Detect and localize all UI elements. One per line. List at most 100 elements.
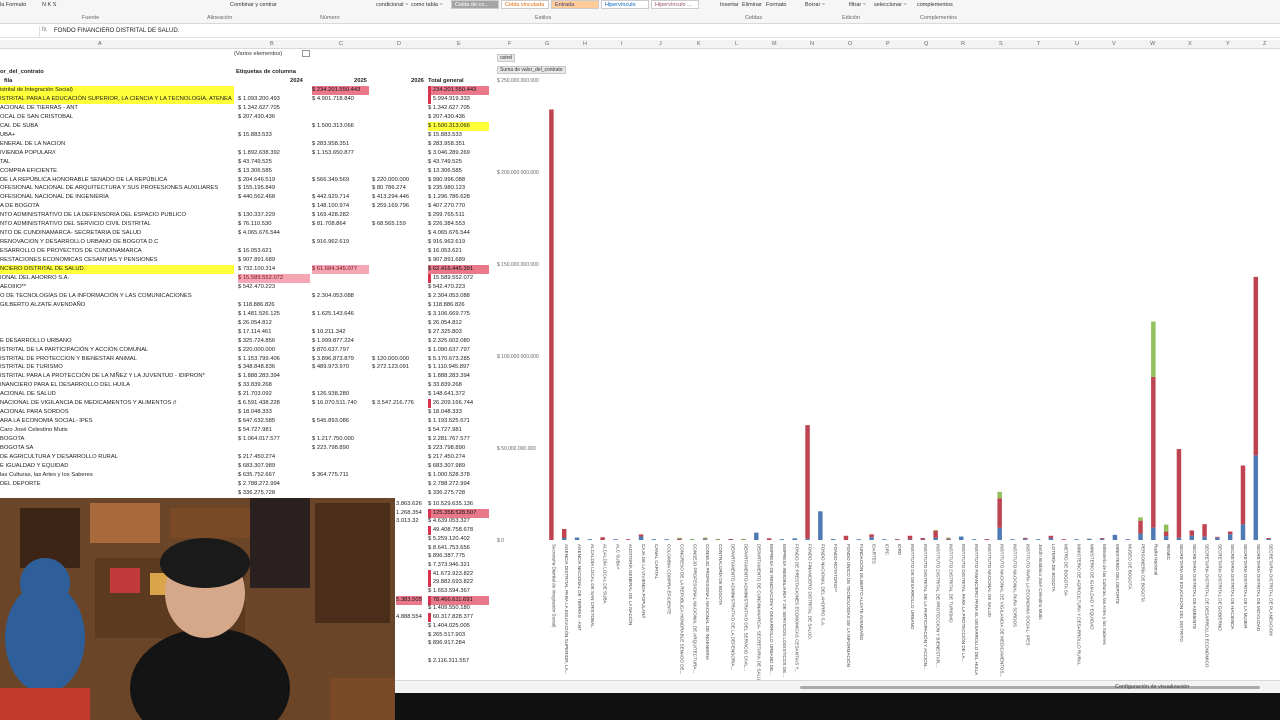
- pivot-value-cell[interactable]: $ 18.048.333: [238, 408, 310, 417]
- chart-bar-2024[interactable]: [1035, 539, 1041, 540]
- column-header[interactable]: P: [886, 41, 890, 47]
- chart-bar-2025[interactable]: [626, 539, 631, 540]
- pivot-value-cell[interactable]: $ 4.065.676.544: [428, 229, 489, 238]
- pivot-value-cell[interactable]: 3.013.32: [396, 517, 419, 526]
- pivot-value-cell[interactable]: $ 49.408.758.678: [428, 526, 489, 535]
- chart-plot[interactable]: $ 0 $ 50.000.000.000 $ 100.000.000.000 $ 15…: [495, 50, 1280, 680]
- pivot-value-cell[interactable]: $ 5.994.919.333: [428, 95, 489, 104]
- chart-bar-2025[interactable]: [702, 538, 708, 540]
- column-header[interactable]: S: [999, 41, 1003, 47]
- pivot-value-cell[interactable]: $ 647.632.585: [238, 417, 310, 426]
- chart-bar-2025[interactable]: [1151, 376, 1156, 528]
- ribbon-item[interactable]: condicional ~: [376, 0, 408, 10]
- pivot-value-cell[interactable]: $ 148.641.372: [428, 390, 489, 399]
- pivot-value-cell[interactable]: $ 10.211.342: [312, 328, 369, 337]
- column-header[interactable]: Y: [1226, 41, 1230, 47]
- chart-bar-2026[interactable]: [997, 491, 1002, 499]
- chart-bar-2025[interactable]: [894, 539, 900, 540]
- chart-bar-2024[interactable]: [1227, 534, 1233, 540]
- pivot-value-cell[interactable]: $ 148.100.974: [312, 202, 369, 211]
- pivot-value-cell[interactable]: $ 78.466.611.691: [428, 595, 489, 605]
- column-header[interactable]: L: [735, 41, 738, 47]
- pivot-value-cell[interactable]: $ 234.201.550.443: [428, 86, 489, 95]
- pivot-value-cell[interactable]: $ 1.404.025.005: [428, 622, 489, 631]
- pivot-value-cell[interactable]: $ 207.430.436: [428, 113, 489, 122]
- pivot-value-cell[interactable]: $ 217.450.274: [428, 453, 489, 462]
- pivot-value-cell[interactable]: $ 60.317.828.377: [428, 613, 489, 622]
- pivot-value-cell[interactable]: $ 125.358.528.507: [428, 508, 489, 518]
- chart-bar-2025[interactable]: [549, 109, 554, 540]
- column-header[interactable]: T: [1037, 41, 1040, 47]
- chart-bar-2025[interactable]: [638, 534, 644, 537]
- pivot-value-cell[interactable]: $ 3.547.216.776: [372, 399, 424, 408]
- pivot-value-cell[interactable]: $ 2.304.053.088: [312, 292, 369, 301]
- column-header[interactable]: Q: [924, 41, 928, 47]
- chart-bar-2025[interactable]: [843, 535, 849, 540]
- pivot-value-cell[interactable]: 4.888.554: [396, 613, 422, 622]
- chart-bar-2025[interactable]: [1227, 531, 1233, 535]
- pivot-value-cell[interactable]: $ 1.999.877.224: [312, 337, 369, 346]
- chart-bar-2025[interactable]: [907, 535, 913, 540]
- pivot-value-cell[interactable]: $ 1.625.143.646: [312, 310, 369, 319]
- pivot-value-cell[interactable]: $ 126.938.280: [312, 390, 369, 399]
- column-header[interactable]: W: [1150, 41, 1155, 47]
- column-header[interactable]: X: [1188, 41, 1192, 47]
- pivot-value-cell[interactable]: $ 542.470.223: [238, 283, 310, 292]
- chart-bar-2025[interactable]: [997, 498, 1002, 528]
- pivot-value-cell[interactable]: $ 542.470.223: [428, 283, 489, 292]
- pivot-value-cell[interactable]: $ 118.886.826: [428, 301, 489, 310]
- pivot-value-cell[interactable]: $ 21.703.092: [238, 390, 310, 399]
- pivot-value-cell[interactable]: $ 81.708.864: [312, 220, 369, 229]
- pivot-value-cell[interactable]: $ 272.123.091: [372, 363, 424, 372]
- pivot-value-cell[interactable]: $ 43.749.525: [238, 158, 310, 167]
- chart-bar-2024[interactable]: [1202, 536, 1207, 540]
- pivot-value-cell[interactable]: $ 1.892.638.392: [238, 149, 310, 158]
- pivot-value-cell[interactable]: $ 283.958.351: [428, 140, 489, 149]
- chart-bar-2025[interactable]: [1023, 537, 1028, 539]
- pivot-value-cell[interactable]: $ 204.646.519: [238, 176, 310, 185]
- pivot-value-cell[interactable]: $ 683.307.989: [238, 462, 310, 471]
- column-header[interactable]: O: [848, 41, 852, 47]
- pivot-value-cell[interactable]: $ 76.110.530: [238, 220, 310, 229]
- column-header[interactable]: H: [583, 41, 587, 47]
- chart-bar-2025[interactable]: [1202, 524, 1207, 537]
- column-header[interactable]: U: [1075, 41, 1079, 47]
- pivot-value-cell[interactable]: $ 80.786.274: [372, 184, 424, 193]
- chart-bar-2024[interactable]: [818, 511, 823, 540]
- pivot-value-cell[interactable]: $ 16.053.621: [428, 247, 489, 256]
- pivot-chart[interactable]: ostrel Suma de valor_del_contrato $ 0 $ 5…: [495, 50, 1280, 680]
- pivot-value-cell[interactable]: $ 413.294.446: [372, 193, 424, 202]
- chart-bar-2026[interactable]: [715, 538, 721, 540]
- pivot-value-cell[interactable]: $ 896.387.775: [428, 552, 489, 561]
- chart-bar-2024[interactable]: [1074, 539, 1079, 540]
- pivot-value-cell[interactable]: $ 336.275.728: [428, 489, 489, 498]
- pivot-value-cell[interactable]: $ 442.929.714: [312, 193, 369, 202]
- cell-style-0[interactable]: Celda de co...: [451, 0, 499, 9]
- pivot-value-cell[interactable]: $ 15.883.533: [238, 131, 310, 140]
- pivot-value-cell[interactable]: $ 62.416.445.391: [428, 265, 489, 274]
- pivot-value-cell[interactable]: $ 2.788.272.994: [238, 480, 310, 489]
- pivot-value-cell[interactable]: $ 54.727.981: [238, 426, 310, 435]
- ribbon-item[interactable]: Formato: [766, 0, 786, 10]
- chart-bar-2024[interactable]: [856, 539, 862, 540]
- pivot-value-cell[interactable]: $ 407.270.770: [428, 202, 489, 211]
- chart-bar-2024[interactable]: [1151, 527, 1156, 540]
- pivot-value-cell[interactable]: $ 26.054.812: [238, 319, 310, 328]
- pivot-value-cell[interactable]: $ 13.306.585: [238, 167, 310, 176]
- pivot-value-cell[interactable]: $ 1.193.525.671: [428, 417, 489, 426]
- chart-bar-2024[interactable]: [587, 539, 593, 540]
- pivot-value-cell[interactable]: $ 43.749.525: [428, 158, 489, 167]
- ribbon-item[interactable]: N K S: [42, 0, 56, 10]
- pivot-value-cell[interactable]: $ 325.724.856: [238, 337, 310, 346]
- chart-bar-2024[interactable]: [1266, 538, 1271, 540]
- pivot-value-cell[interactable]: $ 907.891.689: [238, 256, 310, 265]
- name-box[interactable]: [0, 26, 40, 37]
- chart-bar-2025[interactable]: [920, 537, 926, 540]
- chart-bar-2025[interactable]: [1240, 465, 1246, 525]
- pivot-value-cell[interactable]: $ 683.307.989: [428, 462, 489, 471]
- pivot-value-cell[interactable]: $ 1.000.528.378: [428, 471, 489, 480]
- pivot-value-cell[interactable]: $ 226.384.553: [428, 220, 489, 229]
- chart-bar-2026[interactable]: [1138, 517, 1143, 521]
- chart-bar-2026[interactable]: [741, 538, 746, 540]
- pivot-value-cell[interactable]: $ 440.562.468: [238, 193, 310, 202]
